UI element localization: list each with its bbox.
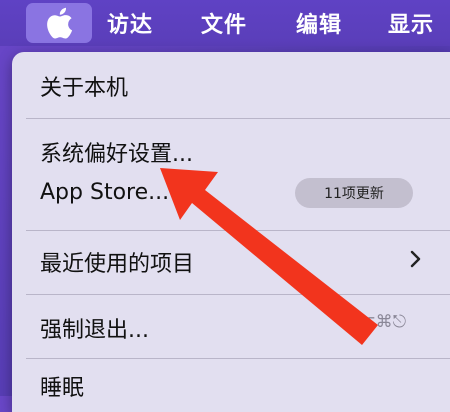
red-annotation-arrow-icon bbox=[160, 168, 378, 345]
